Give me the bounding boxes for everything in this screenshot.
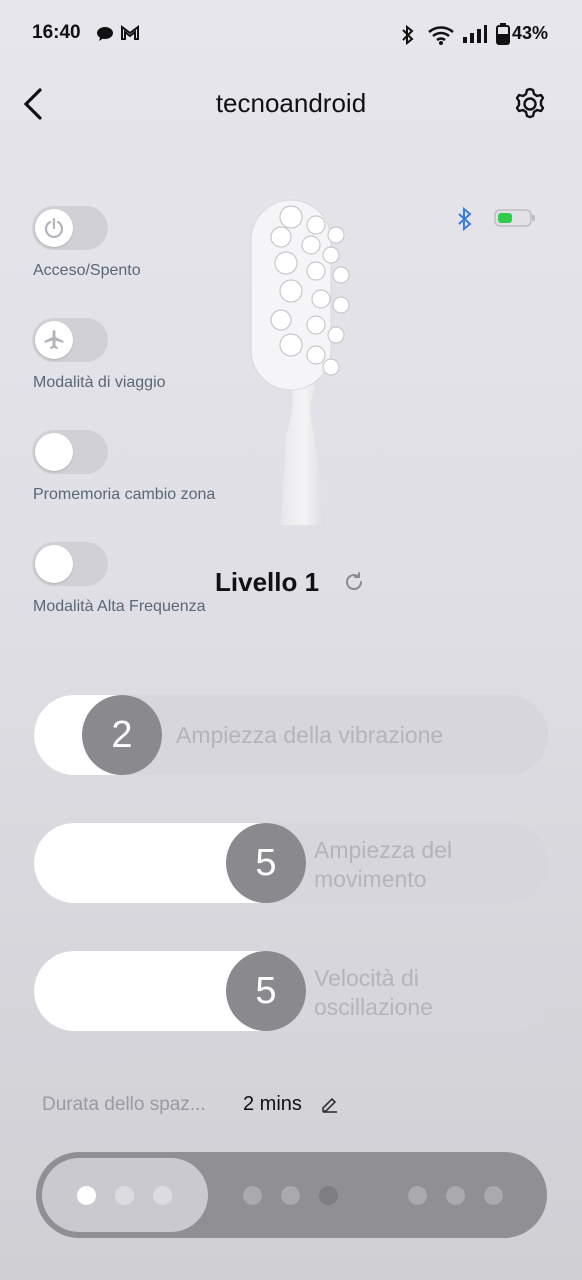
device-battery-icon: [494, 209, 536, 232]
slider-label: Ampiezza del movimento: [314, 836, 452, 894]
bluetooth-status-icon: [398, 24, 418, 51]
mode-dot: [319, 1186, 338, 1205]
slider-label-line2: oscillazione: [314, 994, 433, 1020]
page-title: tecnoandroid: [215, 88, 367, 118]
pencil-icon: [322, 1097, 337, 1113]
signal-icon: [462, 24, 488, 49]
bluetooth-icon: [456, 206, 474, 236]
power-toggle[interactable]: [32, 206, 108, 250]
status-time: 16:40: [32, 22, 81, 43]
mode-dot: [408, 1186, 427, 1205]
slider-thumb[interactable]: 5: [226, 951, 306, 1031]
mode-dot: [281, 1186, 300, 1205]
slider-label-line1: Ampiezza del: [314, 837, 453, 863]
mode-dot-active: [77, 1186, 96, 1205]
zone-reminder-toggle[interactable]: [32, 430, 108, 474]
battery-status-icon: [496, 23, 510, 50]
toggle-knob: [35, 209, 73, 247]
refresh-button[interactable]: [342, 570, 366, 599]
toggle-knob: [35, 321, 73, 359]
mode-dot: [243, 1186, 262, 1205]
movement-amplitude-slider[interactable]: 5 Ampiezza del movimento: [34, 823, 548, 903]
slider-label-line1: Velocità di: [314, 965, 419, 991]
slider-thumb[interactable]: 2: [82, 695, 162, 775]
refresh-icon: [346, 572, 363, 591]
edit-button[interactable]: [320, 1094, 340, 1119]
vibration-amplitude-slider[interactable]: 2 Ampiezza della vibrazione: [34, 695, 548, 775]
mode-dot: [484, 1186, 503, 1205]
travel-mode-label: Modalità di viaggio: [33, 374, 166, 391]
gmail-icon: [120, 24, 140, 47]
chat-icon: [95, 24, 115, 49]
gear-icon: [515, 87, 545, 119]
level-label: Livello 1: [215, 567, 320, 597]
slider-label: Ampiezza della vibrazione: [176, 722, 444, 748]
interval-label: Durata dello spaz...: [42, 1094, 206, 1115]
toggle-knob: [35, 433, 73, 471]
toggle-knob: [35, 545, 73, 583]
zone-reminder-label: Promemoria cambio zona: [33, 486, 216, 503]
slider-label: Velocità di oscillazione: [314, 964, 433, 1022]
high-frequency-toggle[interactable]: [32, 542, 108, 586]
power-label: Acceso/Spento: [33, 262, 141, 279]
mode-dot: [153, 1186, 172, 1205]
slider-label-line2: movimento: [314, 866, 427, 892]
wifi-icon: [427, 24, 455, 51]
status-bar: 16:40 43%: [0, 0, 582, 70]
settings-button[interactable]: [510, 84, 550, 124]
power-icon: [44, 217, 64, 239]
toothbrush-image: [236, 195, 376, 525]
mode-dot: [115, 1186, 134, 1205]
high-frequency-label: Modalità Alta Frequenza: [33, 598, 206, 615]
travel-mode-toggle[interactable]: [32, 318, 108, 362]
interval-value[interactable]: 2 mins: [243, 1093, 302, 1116]
slider-thumb[interactable]: 5: [226, 823, 306, 903]
oscillation-speed-slider[interactable]: 5 Velocità di oscillazione: [34, 951, 548, 1031]
battery-percentage: 43%: [512, 23, 549, 43]
airplane-icon: [44, 330, 64, 349]
mode-dot: [446, 1186, 465, 1205]
